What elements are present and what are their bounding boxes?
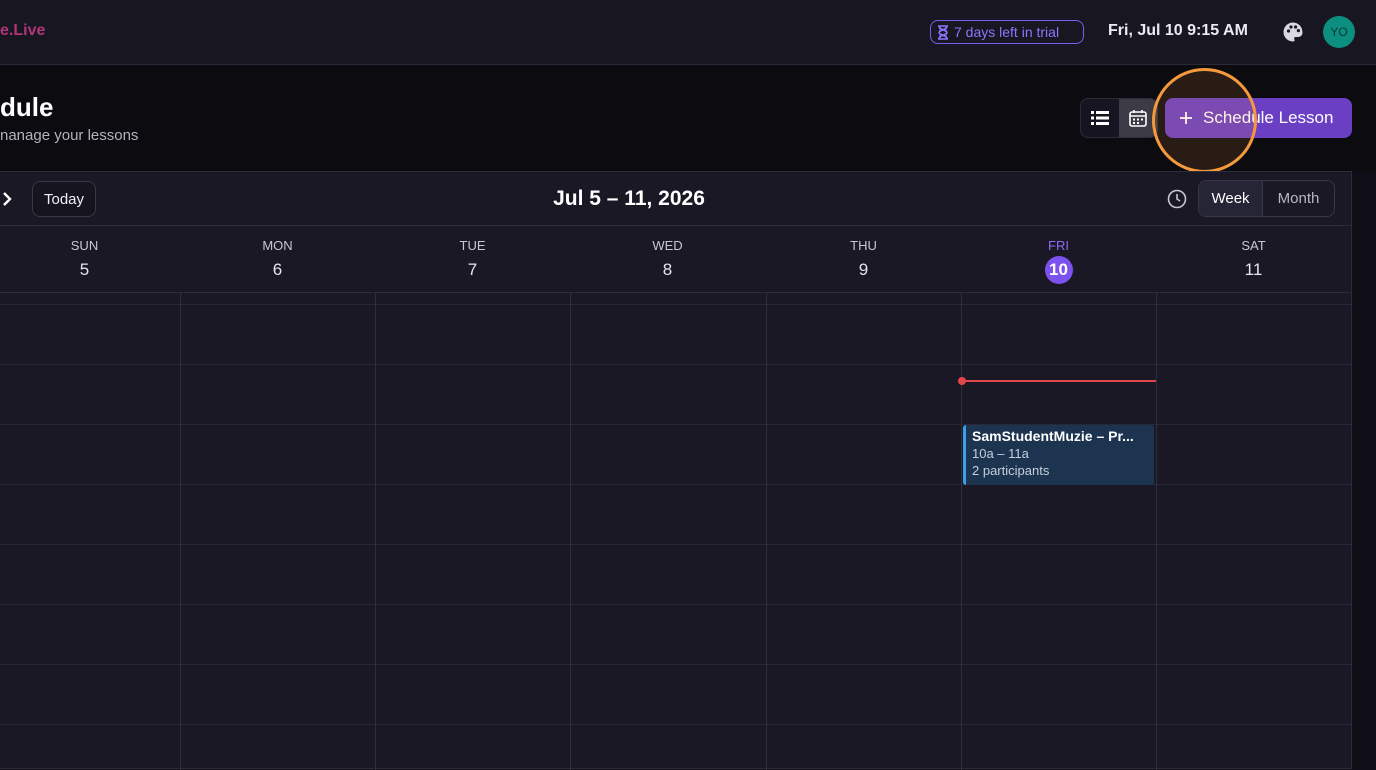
day-column-divider — [961, 293, 962, 770]
hour-line — [0, 664, 1351, 665]
hour-line — [0, 304, 1351, 305]
day-name: SUN — [70, 238, 99, 253]
day-date: 11 — [1244, 260, 1263, 279]
trial-label: 7 days left in trial — [954, 24, 1060, 40]
page-gutter — [1352, 171, 1376, 769]
day-name: FRI — [1048, 238, 1069, 253]
day-header-mon[interactable]: MON 6 — [180, 226, 375, 293]
palette-icon[interactable] — [1282, 21, 1304, 43]
day-column-divider — [1156, 293, 1157, 770]
calendar-toolbar: Today Jul 5 – 11, 2026 Week Month — [0, 172, 1351, 226]
hour-line — [0, 544, 1351, 545]
event-title: SamStudentMuzie – Pr... — [972, 428, 1134, 444]
month-mode-button[interactable]: Month — [1263, 181, 1334, 216]
list-view-button[interactable] — [1081, 99, 1119, 137]
range-mode-switch: Week Month — [1198, 180, 1335, 217]
user-avatar[interactable]: YO — [1323, 16, 1355, 48]
day-name: WED — [652, 238, 683, 253]
day-name: SAT — [1241, 238, 1266, 253]
day-name: TUE — [459, 238, 486, 253]
day-column-divider — [375, 293, 376, 770]
plus-icon — [1180, 112, 1192, 124]
calendar-view-button[interactable] — [1119, 99, 1157, 137]
day-header-sat[interactable]: SAT 11 — [1156, 226, 1351, 293]
hour-line — [0, 604, 1351, 605]
schedule-lesson-button[interactable]: Schedule Lesson — [1165, 98, 1352, 138]
schedule-lesson-label: Schedule Lesson — [1203, 108, 1334, 127]
day-header-wed[interactable]: WED 8 — [570, 226, 765, 293]
day-header-tue[interactable]: TUE 7 — [375, 226, 570, 293]
hour-line — [0, 364, 1351, 365]
event-participants: 2 participants — [972, 463, 1050, 478]
week-mode-button[interactable]: Week — [1199, 181, 1264, 216]
current-datetime: Fri, Jul 10 9:15 AM — [1108, 22, 1248, 39]
time-grid[interactable]: SamStudentMuzie – Pr... 10a – 11a 2 part… — [0, 293, 1351, 770]
week-calendar: Today Jul 5 – 11, 2026 Week Month SUN 5 … — [0, 171, 1352, 770]
day-date-today: 10 — [961, 256, 1156, 284]
today-date-badge: 10 — [1044, 256, 1073, 284]
brand-logo-text[interactable]: e.Live — [0, 22, 45, 40]
day-column-divider — [570, 293, 571, 770]
lesson-event[interactable]: SamStudentMuzie – Pr... 10a – 11a 2 part… — [963, 425, 1154, 485]
day-column-divider — [766, 293, 767, 770]
day-date: 6 — [272, 260, 283, 279]
hourglass-icon — [938, 24, 948, 40]
clock-icon[interactable] — [1166, 188, 1188, 210]
day-name: MON — [262, 238, 293, 253]
current-time-line — [962, 380, 1156, 382]
page-header: dule nanage your lessons Schedule Lesson — [0, 65, 1376, 173]
day-header-fri[interactable]: FRI 10 — [961, 226, 1156, 293]
hour-line — [0, 724, 1351, 725]
top-bar: e.Live 7 days left in trial Fri, Jul 10 … — [0, 0, 1376, 65]
calendar-view-icon — [1129, 110, 1147, 127]
day-date: 8 — [662, 260, 673, 279]
list-view-icon — [1091, 111, 1109, 125]
day-date: 7 — [467, 260, 478, 279]
trial-badge[interactable]: 7 days left in trial — [930, 20, 1084, 44]
event-time: 10a – 11a — [972, 446, 1029, 461]
page-title: dule — [0, 92, 54, 122]
page-subtitle: nanage your lessons — [0, 127, 139, 144]
view-mode-toggle — [1080, 98, 1158, 138]
day-header-thu[interactable]: THU 9 — [766, 226, 961, 293]
day-column-divider — [180, 293, 181, 770]
day-date: 5 — [79, 260, 90, 279]
day-name: THU — [850, 238, 877, 253]
day-header-sun[interactable]: SUN 5 — [0, 226, 182, 293]
day-header-row: SUN 5 MON 6 TUE 7 WED 8 THU 9 FRI 10 SAT… — [0, 226, 1351, 293]
day-date: 9 — [858, 260, 869, 279]
date-range-title: Jul 5 – 11, 2026 — [553, 187, 705, 210]
